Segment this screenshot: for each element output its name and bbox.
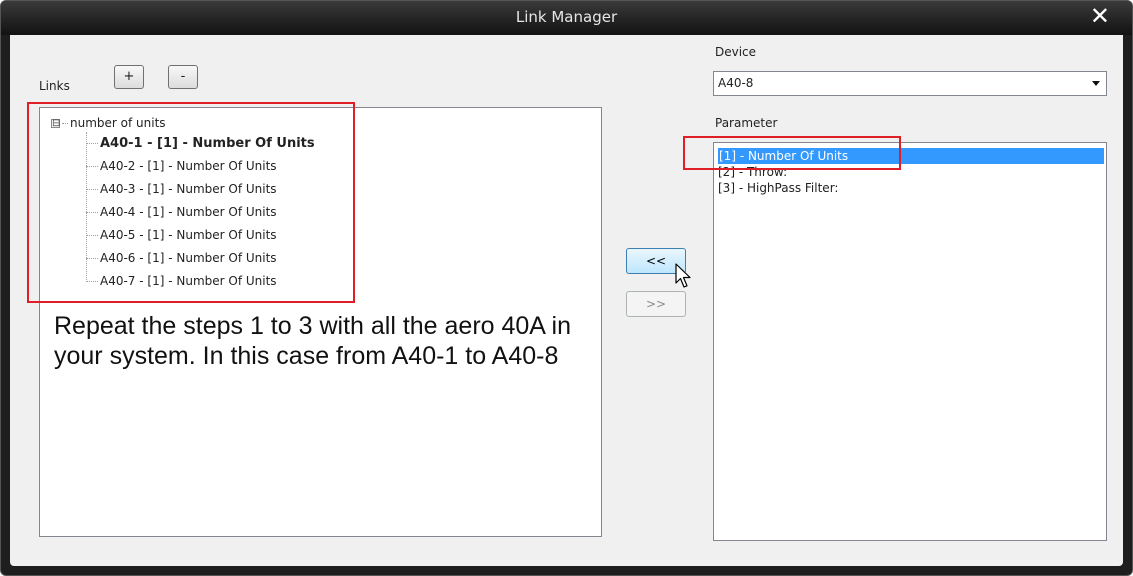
links-label: Links: [39, 79, 70, 93]
device-selected-value: A40-8: [718, 76, 754, 90]
parameter-label: Parameter: [715, 116, 778, 130]
device-label: Device: [715, 45, 757, 59]
chevron-down-icon[interactable]: [1092, 81, 1100, 86]
parameter-list[interactable]: [1] - Number Of Units [2] - Throw: [3] -…: [713, 142, 1107, 541]
title-bar[interactable]: Link Manager ✕: [1, 1, 1132, 35]
window-title: Link Manager: [515, 8, 618, 26]
parameter-highlight-box: [683, 136, 901, 170]
parameter-item[interactable]: [3] - HighPass Filter:: [718, 180, 838, 196]
mouse-pointer-icon: [675, 263, 691, 288]
device-select[interactable]: A40-8: [713, 71, 1107, 96]
link-right-button[interactable]: >>: [626, 291, 686, 317]
link-manager-window: Link Manager ✕ Links + - ⊟ number of uni…: [0, 0, 1133, 576]
tree-highlight-box: [27, 102, 355, 303]
add-link-button[interactable]: +: [114, 65, 144, 89]
close-icon[interactable]: ✕: [1090, 3, 1110, 29]
remove-link-button[interactable]: -: [168, 65, 198, 89]
instruction-annotation: Repeat the steps 1 to 3 with all the aer…: [54, 312, 572, 370]
dialog-client-area: Links + - ⊟ number of units A40-1 - [1] …: [10, 35, 1123, 566]
